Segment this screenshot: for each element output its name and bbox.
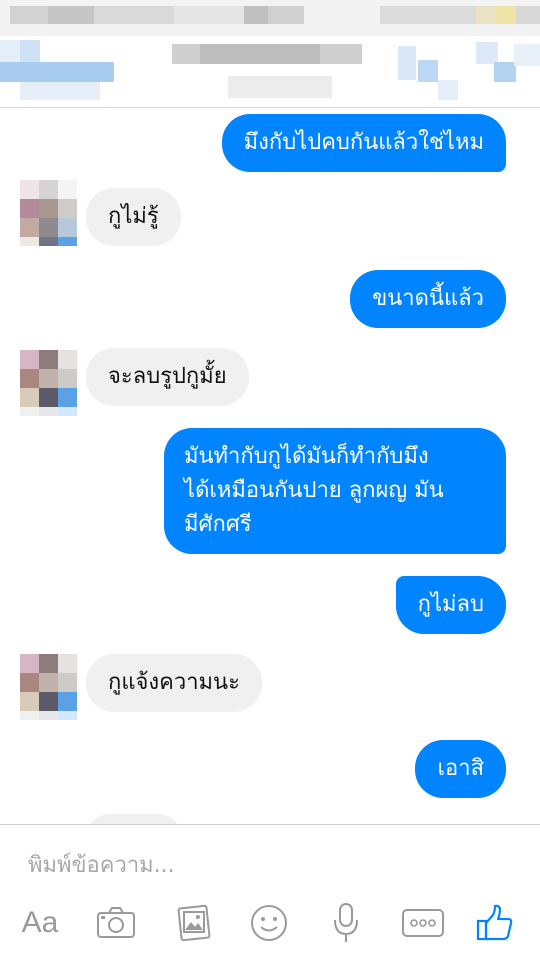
blur-block: [438, 80, 458, 100]
blur-block: [0, 40, 20, 62]
gallery-button[interactable]: [174, 901, 214, 945]
message-bubble-incoming[interactable]: กูแจ้งความนะ: [86, 654, 262, 712]
message-bubble-outgoing[interactable]: กูไม่ลบ: [395, 576, 506, 634]
blur-block: [268, 6, 304, 24]
more-button[interactable]: [400, 901, 446, 945]
blur-block: [174, 6, 244, 24]
call-button-blur[interactable]: [418, 60, 438, 82]
blur-block: [200, 44, 320, 64]
microphone-button[interactable]: [330, 901, 362, 945]
blur-block: [380, 6, 476, 24]
back-button-blur[interactable]: [0, 62, 114, 82]
message-text-line: มีศักศรี: [184, 512, 252, 537]
avatar[interactable]: [20, 180, 77, 246]
avatar[interactable]: [20, 350, 77, 416]
message-bubble-outgoing[interactable]: เอาสิ: [415, 740, 506, 798]
blur-block: [476, 42, 498, 64]
blur-block: [48, 6, 94, 24]
message-text: กูไม่ลบ: [417, 592, 484, 617]
partial-message-bubble: [86, 814, 182, 824]
contact-status-blur: [228, 76, 332, 98]
camera-icon: [97, 907, 135, 938]
microphone-icon: [334, 903, 358, 942]
message-text-line: ได้เหมือนกันปาย ลูกผญ มัน: [184, 478, 444, 503]
text-format-icon: Aa: [21, 906, 59, 939]
sticker-button[interactable]: [248, 901, 290, 945]
blur-block: [244, 6, 268, 24]
sticker-icon: [251, 905, 287, 941]
avatar[interactable]: [20, 654, 77, 720]
blur-block: [496, 6, 516, 24]
message-input[interactable]: พิมพ์ข้อความ...: [28, 847, 175, 882]
blur-block: [94, 6, 174, 24]
text-format-button[interactable]: Aa: [16, 901, 64, 945]
more-icon: [402, 909, 444, 937]
blur-block: [476, 6, 496, 24]
video-button-blur[interactable]: [494, 62, 516, 82]
thumbs-up-icon: [476, 904, 513, 941]
message-text: มึงกับไปคบกันแล้วใช่ไหม: [243, 130, 484, 155]
composer: พิมพ์ข้อความ... Aa: [0, 824, 540, 960]
blur-block: [10, 6, 48, 24]
blur-block: [20, 82, 100, 100]
gallery-icon: [177, 904, 211, 942]
message-text: กูไม่รู้: [108, 204, 159, 229]
camera-button[interactable]: [94, 901, 138, 945]
message-bubble-outgoing[interactable]: มึงกับไปคบกันแล้วใช่ไหม: [221, 114, 506, 172]
message-bubble-incoming[interactable]: กูไม่รู้: [86, 188, 181, 246]
like-button[interactable]: [474, 901, 516, 945]
chat-header: [0, 0, 540, 108]
message-text: ขนาดนี้แล้ว: [372, 286, 484, 311]
blur-block: [398, 46, 416, 80]
message-list[interactable]: มึงกับไปคบกันแล้วใช่ไหม กูไม่รู้ ขนาดนี้…: [0, 108, 540, 824]
message-bubble-outgoing[interactable]: ขนาดนี้แล้ว: [350, 270, 506, 328]
message-bubble-incoming[interactable]: จะลบรูปกูมั้ย: [86, 348, 249, 406]
message-text: เอาสิ: [437, 756, 484, 781]
message-bubble-outgoing[interactable]: มันทำกับกูได้มันก็ทำกับมึง ได้เหมือนกันป…: [164, 428, 506, 554]
message-text: กูแจ้งความนะ: [108, 670, 240, 695]
blur-block: [20, 40, 40, 62]
message-text: จะลบรูปกูมั้ย: [108, 364, 227, 389]
message-text-line: มันทำกับกูได้มันก็ทำกับมึง: [184, 444, 429, 469]
blur-block: [516, 6, 540, 24]
blur-block: [514, 44, 540, 66]
